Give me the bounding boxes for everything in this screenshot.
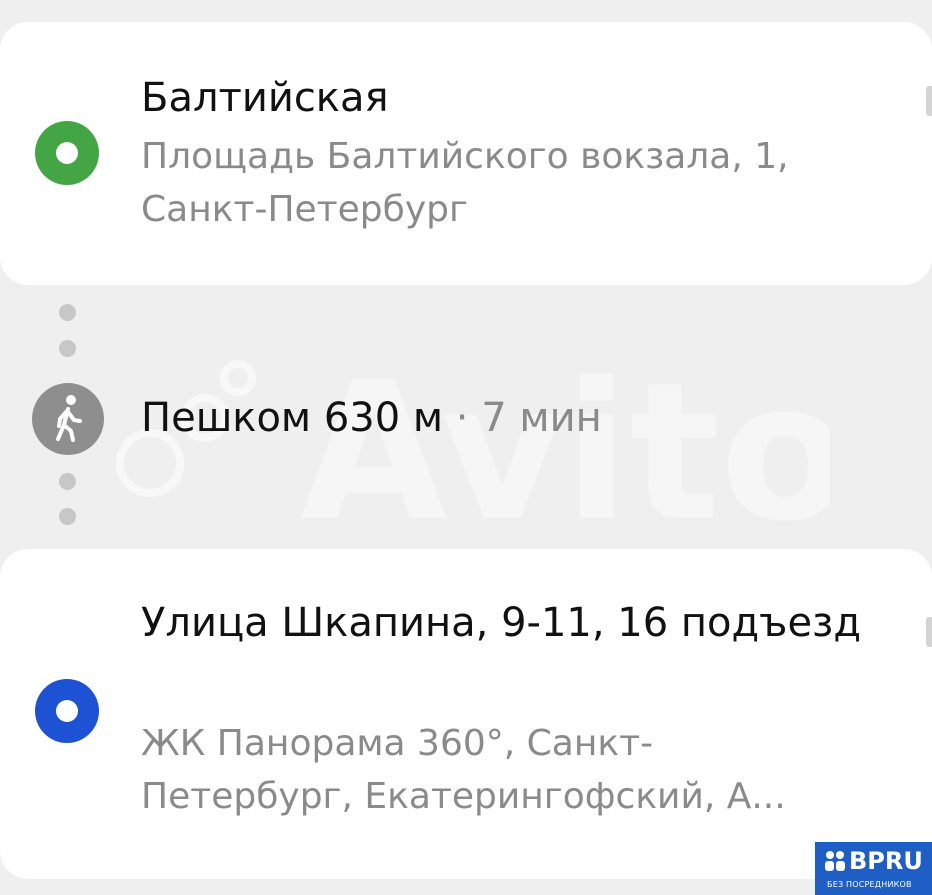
- walking-mode-label: Пешком: [141, 395, 312, 441]
- start-stop-card[interactable]: Балтийская Площадь Балтийского вокзала, …: [0, 22, 932, 285]
- bpru-tagline: БЕЗ ПОСРЕДНИКОВ: [827, 880, 912, 889]
- walking-distance: 630 м: [323, 395, 444, 441]
- walking-separator: ·: [455, 395, 469, 441]
- more-icon[interactable]: [926, 86, 932, 116]
- start-stop-name: Балтийская: [141, 75, 389, 121]
- destination-name: Улица Шкапина, 9-11, 16 подъезд: [141, 600, 861, 646]
- start-stop-address: Площадь Балтийского вокзала, 1, Санкт-Пе…: [141, 136, 789, 230]
- destination-pin-icon: [35, 679, 99, 743]
- walking-summary: Пешком 630 м · 7 мин: [141, 388, 602, 448]
- start-pin-icon: [35, 121, 99, 185]
- more-icon[interactable]: [926, 617, 932, 647]
- route-dot: [59, 508, 76, 525]
- bpru-logo: BPRU: [849, 847, 923, 875]
- route-dot: [59, 340, 76, 357]
- bpru-badge: BPRU БЕЗ ПОСРЕДНИКОВ: [815, 842, 932, 895]
- walking-duration: 7 мин: [481, 395, 602, 441]
- pedestrian-icon: [32, 383, 104, 455]
- people-icon: [825, 851, 845, 871]
- route-dot: [59, 304, 76, 321]
- route-dot: [59, 473, 76, 490]
- destination-address: ЖК Панорама 360°, Санкт-Петербург, Екате…: [141, 723, 786, 817]
- destination-card[interactable]: Улица Шкапина, 9-11, 16 подъезд ЖК Панор…: [0, 549, 932, 879]
